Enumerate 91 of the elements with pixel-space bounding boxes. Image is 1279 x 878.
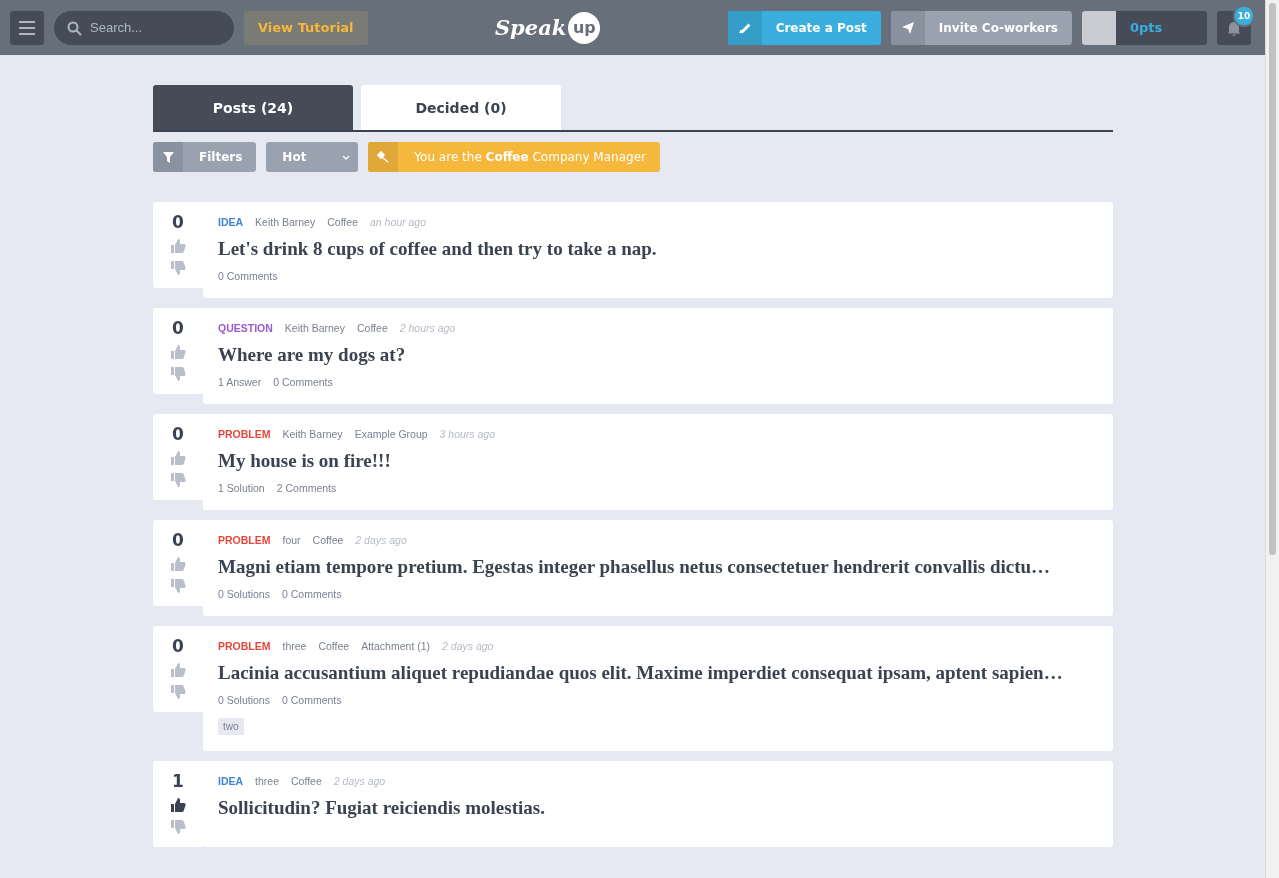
paper-plane-icon bbox=[900, 20, 915, 35]
post-type: PROBLEM bbox=[218, 640, 271, 652]
post-title[interactable]: Lacinia accusantium aliquet repudiandae quos elit. Maxime imperdiet consequat ipsam, aptent sapien… bbox=[218, 662, 1098, 684]
post-meta: Attachment (1) bbox=[361, 640, 431, 652]
points-label: 0pts bbox=[1130, 20, 1163, 35]
notification-count: 10 bbox=[1233, 4, 1255, 27]
logo-wordmark: Speak bbox=[494, 15, 567, 40]
post-time: 2 days ago bbox=[355, 534, 407, 546]
post-meta: Coffee bbox=[327, 216, 358, 228]
thumbs-down-icon[interactable] bbox=[170, 366, 186, 382]
pencil-icon bbox=[737, 20, 752, 35]
filters-button[interactable]: Filters bbox=[153, 142, 257, 172]
post-time: 2 days ago bbox=[442, 640, 494, 652]
sort-dropdown[interactable]: Hot bbox=[266, 142, 359, 172]
post-title[interactable]: Sollicitudin? Fugiat reiciendis molestias. bbox=[218, 797, 1098, 819]
tab[interactable]: Decided (0) bbox=[361, 85, 561, 130]
thumbs-up-icon[interactable] bbox=[170, 797, 186, 813]
role-text: You are the Coffee Company Manager bbox=[413, 150, 647, 164]
post-type: IDEA bbox=[218, 216, 244, 228]
post-stat[interactable]: 0 Comments bbox=[218, 270, 278, 282]
thumbs-up-icon[interactable] bbox=[170, 238, 186, 254]
menu-icon bbox=[19, 20, 35, 35]
post-time: an hour ago bbox=[369, 216, 427, 228]
thumbs-down-icon[interactable] bbox=[170, 684, 186, 700]
post-time: 2 days ago bbox=[333, 775, 386, 787]
tab[interactable]: Posts (24) bbox=[153, 85, 353, 130]
vote-score: 1 bbox=[172, 771, 184, 791]
post-stat[interactable]: 0 Comments bbox=[281, 588, 342, 600]
thumbs-down-icon[interactable] bbox=[170, 472, 186, 488]
vote-score: 0 bbox=[172, 212, 184, 232]
post-tag[interactable]: two bbox=[218, 718, 244, 735]
post-stat[interactable]: 0 Comments bbox=[281, 694, 342, 706]
post-type: QUESTION bbox=[218, 322, 273, 334]
post-meta: four bbox=[282, 534, 301, 546]
scrollbar-thumb[interactable] bbox=[1269, 3, 1276, 555]
post-meta: Coffee bbox=[318, 640, 350, 652]
post-card[interactable]: PROBLEM Keith Barney Example Group 3 hours ago My house is on fire!!! 1 Solution 2 Comments bbox=[203, 414, 1113, 510]
post-title[interactable]: Let's drink 8 cups of coffee and then try to take a nap. bbox=[218, 238, 1098, 260]
view-tutorial-button[interactable]: View Tutorial bbox=[244, 10, 368, 45]
search-field[interactable]: Search... bbox=[54, 10, 234, 45]
post-stat[interactable]: 0 Solutions bbox=[218, 694, 270, 706]
gavel-icon bbox=[377, 151, 390, 163]
post-type: PROBLEM bbox=[218, 428, 271, 440]
filter-icon bbox=[162, 151, 174, 163]
thumbs-up-icon[interactable] bbox=[170, 344, 186, 360]
post-meta: Keith Barney bbox=[282, 428, 343, 440]
user-menu[interactable]: 0pts bbox=[1082, 10, 1207, 45]
thumbs-up-icon[interactable] bbox=[170, 662, 186, 678]
post-title[interactable]: Magni etiam tempore pretium. Egestas integer phasellus netus consectetuer hendrerit convallis dictu… bbox=[218, 556, 1098, 578]
post-meta: three bbox=[255, 775, 280, 787]
chevron-down-icon bbox=[342, 154, 351, 160]
vote-score: 0 bbox=[172, 424, 184, 444]
post-type: IDEA bbox=[218, 775, 244, 787]
post-card[interactable]: IDEA Keith Barney Coffee an hour ago Let's drink 8 cups of coffee and then try to take a nap. 0 Comments bbox=[203, 202, 1113, 298]
bell-icon bbox=[1226, 19, 1242, 36]
menu-button[interactable] bbox=[10, 10, 44, 45]
create-post-button[interactable]: Create a Post bbox=[727, 10, 881, 45]
thumbs-down-icon[interactable] bbox=[170, 578, 186, 594]
photo-placeholder bbox=[1082, 10, 1116, 45]
post-meta: Keith Barney bbox=[255, 216, 316, 228]
post-stat[interactable]: 1 Solution bbox=[218, 482, 265, 494]
post-card[interactable]: PROBLEM three Coffee Attachment (1) 2 days ago Lacinia accusantium aliquet repudiandae quos elit. Maxime imperdiet consequat ipsam, aptent sapien… 0 Solutions 0 Comments two bbox=[203, 626, 1113, 751]
post-stat[interactable]: 0 Comments bbox=[273, 376, 333, 388]
invite-button[interactable]: Invite Co-workers bbox=[890, 10, 1072, 45]
vote-score: 0 bbox=[172, 530, 184, 550]
post-meta: Coffee bbox=[291, 775, 322, 787]
vote-score: 0 bbox=[172, 318, 184, 338]
post-title[interactable]: Where are my dogs at? bbox=[218, 344, 1098, 366]
post-meta: Example Group bbox=[354, 428, 428, 440]
post-meta: Coffee bbox=[356, 322, 388, 334]
thumbs-up-icon[interactable] bbox=[170, 450, 186, 466]
scrollbar[interactable] bbox=[1265, 0, 1279, 878]
post-card[interactable]: IDEA three Coffee 2 days ago Sollicitudin? Fugiat reiciendis molestias. bbox=[203, 761, 1113, 847]
post-title[interactable]: My house is on fire!!! bbox=[218, 450, 1098, 472]
post-stat[interactable]: 2 Comments bbox=[276, 482, 337, 494]
post-stat[interactable]: 0 Solutions bbox=[218, 588, 270, 600]
post-meta: Keith Barney bbox=[284, 322, 345, 334]
post-time: 2 hours ago bbox=[399, 322, 456, 334]
thumbs-up-icon[interactable] bbox=[170, 556, 186, 572]
post-type: PROBLEM bbox=[218, 534, 271, 546]
post-card[interactable]: QUESTION Keith Barney Coffee 2 hours ago Where are my dogs at? 1 Answer 0 Comments bbox=[203, 308, 1113, 404]
post-stat[interactable]: 1 Answer bbox=[218, 376, 262, 388]
thumbs-down-icon[interactable] bbox=[170, 260, 186, 276]
post-card[interactable]: PROBLEM four Coffee 2 days ago Magni etiam tempore pretium. Egestas integer phasellus netus consectetuer hendrerit convallis dictu… 0 Solutions 0 Comments bbox=[203, 520, 1113, 616]
search-icon bbox=[67, 20, 82, 36]
post-meta: three bbox=[282, 640, 307, 652]
vote-score: 0 bbox=[172, 636, 184, 656]
post-meta: Coffee bbox=[312, 534, 344, 546]
logo-badge: up bbox=[568, 11, 601, 44]
thumbs-down-icon[interactable] bbox=[170, 819, 186, 835]
post-time: 3 hours ago bbox=[439, 428, 496, 440]
